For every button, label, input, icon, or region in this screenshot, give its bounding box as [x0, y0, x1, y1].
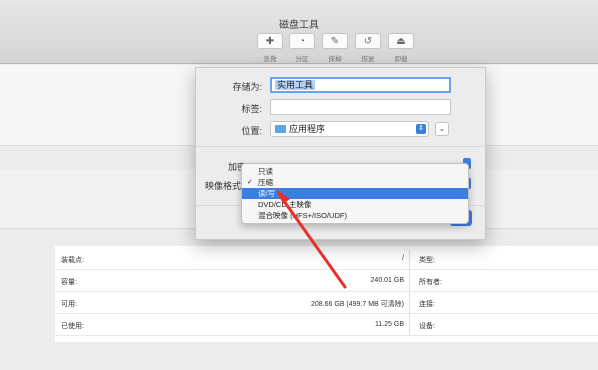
annotation-arrow-icon [276, 189, 347, 289]
